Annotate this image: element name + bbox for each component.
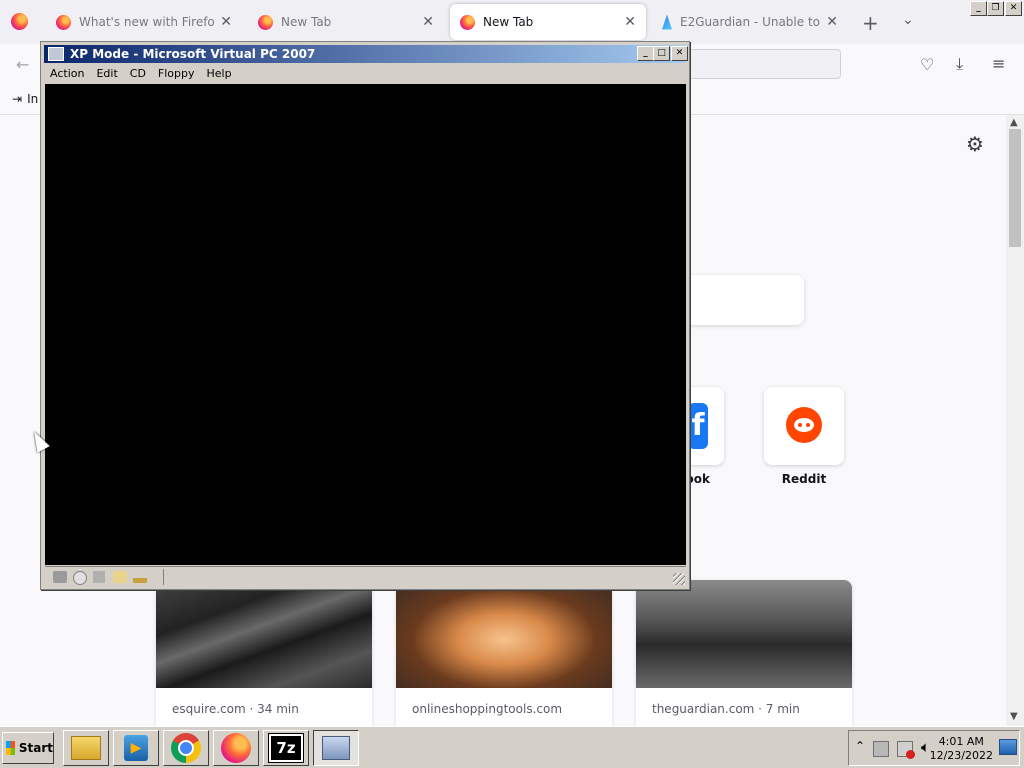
system-tray: ⌃ 🔈︎ 4:01 AM 12/23/2022 xyxy=(848,730,1020,766)
status-bar xyxy=(45,566,686,587)
scroll-down-icon[interactable]: ▼ xyxy=(1010,711,1018,722)
windows-logo-icon xyxy=(6,741,15,755)
story-image xyxy=(636,580,852,688)
menu-action[interactable]: Action xyxy=(44,67,90,80)
clock[interactable]: 4:01 AM 12/23/2022 xyxy=(930,735,993,763)
virtual-machine-screen[interactable] xyxy=(45,84,686,565)
facebook-icon: f xyxy=(688,403,708,449)
virtual-pc-icon xyxy=(48,47,64,61)
tab-title: New Tab xyxy=(483,15,534,29)
story-image xyxy=(396,580,612,688)
list-all-tabs-chevron-icon[interactable]: ⌄ xyxy=(902,12,914,28)
scroll-up-icon[interactable]: ▲ xyxy=(1010,117,1018,128)
network-icon xyxy=(133,571,147,583)
menu-cd[interactable]: CD xyxy=(124,67,152,80)
firefox-tab-strip: What's new with Firefox - Mo ✕ New Tab ✕… xyxy=(0,0,1024,44)
close-icon[interactable]: ✕ xyxy=(1005,1,1022,16)
shared-folder-icon xyxy=(113,571,127,583)
bookmark-label: In xyxy=(27,92,39,106)
cd-icon xyxy=(73,571,87,585)
tab-title: What's new with Firefox - Mo xyxy=(79,15,215,29)
floppy-icon xyxy=(93,571,105,583)
tab-title: New Tab xyxy=(281,15,332,29)
taskbar-7zip[interactable]: 7z xyxy=(263,730,309,766)
close-icon[interactable]: ✕ xyxy=(826,14,838,30)
clock-time: 4:01 AM xyxy=(938,735,984,748)
firefox-menu-icon[interactable] xyxy=(11,13,28,30)
reddit-icon xyxy=(786,407,822,443)
import-icon: ⇥ xyxy=(12,92,23,106)
taskbar-explorer[interactable] xyxy=(63,730,109,766)
clock-date: 12/23/2022 xyxy=(929,749,993,762)
show-hidden-icons-chevron-icon[interactable]: ⌃ xyxy=(855,739,865,753)
url-bar[interactable] xyxy=(688,49,841,79)
menu-floppy[interactable]: Floppy xyxy=(152,67,201,80)
menu-help[interactable]: Help xyxy=(201,67,238,80)
menu-edit[interactable]: Edit xyxy=(90,67,123,80)
start-label: Start xyxy=(18,741,53,755)
back-arrow-icon[interactable]: ← xyxy=(16,55,29,74)
story-card[interactable]: theguardian.com · 7 min xyxy=(636,580,852,736)
action-center-error-icon[interactable] xyxy=(897,741,915,759)
tab-new-tab-2[interactable]: New Tab ✕ xyxy=(450,4,646,40)
taskbar-media-player[interactable]: ▶ xyxy=(113,730,159,766)
story-card[interactable]: onlineshoppingtools.com xyxy=(396,580,612,736)
download-icon[interactable]: ⤓ xyxy=(956,54,963,74)
window-title: XP Mode - Microsoft Virtual PC 2007 xyxy=(70,47,316,61)
top-site-label: Reddit xyxy=(781,472,827,486)
close-icon[interactable]: ✕ xyxy=(220,14,232,30)
firefox-icon xyxy=(460,14,475,30)
chrome-icon xyxy=(171,733,201,763)
top-site-reddit[interactable] xyxy=(764,387,844,465)
taskbar-chrome[interactable] xyxy=(163,730,209,766)
start-button[interactable]: Start xyxy=(2,732,54,764)
tab-e2guardian[interactable]: E2Guardian - Unable to load ✕ xyxy=(652,4,848,40)
close-icon[interactable]: ✕ xyxy=(671,46,688,61)
import-bookmarks-button[interactable]: ⇥ In xyxy=(12,92,38,106)
media-player-icon: ▶ xyxy=(124,735,148,761)
taskbar: Start ▶ 7z ⌃ 🔈︎ 4:01 AM 12/23/2022 xyxy=(0,726,1024,768)
resize-grip-icon[interactable] xyxy=(673,573,685,585)
show-desktop-icon[interactable] xyxy=(999,739,1017,755)
page-scrollbar[interactable]: ▲ ▼ xyxy=(1006,115,1024,726)
story-card[interactable]: esquire.com · 34 min xyxy=(156,580,372,736)
close-icon[interactable]: ✕ xyxy=(624,14,636,30)
firefox-icon xyxy=(258,14,273,30)
folder-icon xyxy=(71,736,101,760)
window-title-bar[interactable]: XP Mode - Microsoft Virtual PC 2007 _ □ … xyxy=(44,45,688,63)
tab-title: E2Guardian - Unable to load xyxy=(680,15,821,29)
maximize-icon[interactable]: □ xyxy=(653,46,670,61)
tab-new-tab-1[interactable]: New Tab ✕ xyxy=(248,4,444,40)
firefox-icon xyxy=(221,733,251,763)
new-tab-plus-icon[interactable]: + xyxy=(862,11,879,35)
hamburger-menu-icon[interactable]: ≡ xyxy=(992,54,1005,73)
close-icon[interactable]: ✕ xyxy=(422,14,434,30)
status-divider xyxy=(163,569,164,585)
hard-disk-icon xyxy=(53,571,67,583)
tab-whats-new[interactable]: What's new with Firefox - Mo ✕ xyxy=(46,4,242,40)
pocket-icon[interactable]: ♡ xyxy=(920,55,934,74)
story-image xyxy=(156,580,372,688)
taskbar-firefox[interactable] xyxy=(213,730,259,766)
virtual-pc-icon xyxy=(322,736,350,760)
minimize-icon[interactable]: _ xyxy=(970,1,987,16)
gear-icon[interactable]: ⚙ xyxy=(966,132,984,156)
scrollbar-thumb[interactable] xyxy=(1009,129,1021,247)
virtual-pc-window[interactable]: XP Mode - Microsoft Virtual PC 2007 _ □ … xyxy=(40,41,690,590)
network-icon[interactable] xyxy=(873,741,889,757)
e2guardian-icon xyxy=(662,14,672,30)
firefox-icon xyxy=(56,14,71,30)
restore-icon[interactable]: ❐ xyxy=(987,1,1004,16)
7zip-icon: 7z xyxy=(268,733,304,763)
minimize-icon[interactable]: _ xyxy=(637,46,654,61)
menu-bar: Action Edit CD Floppy Help xyxy=(44,64,686,83)
taskbar-virtual-pc[interactable] xyxy=(313,730,359,766)
